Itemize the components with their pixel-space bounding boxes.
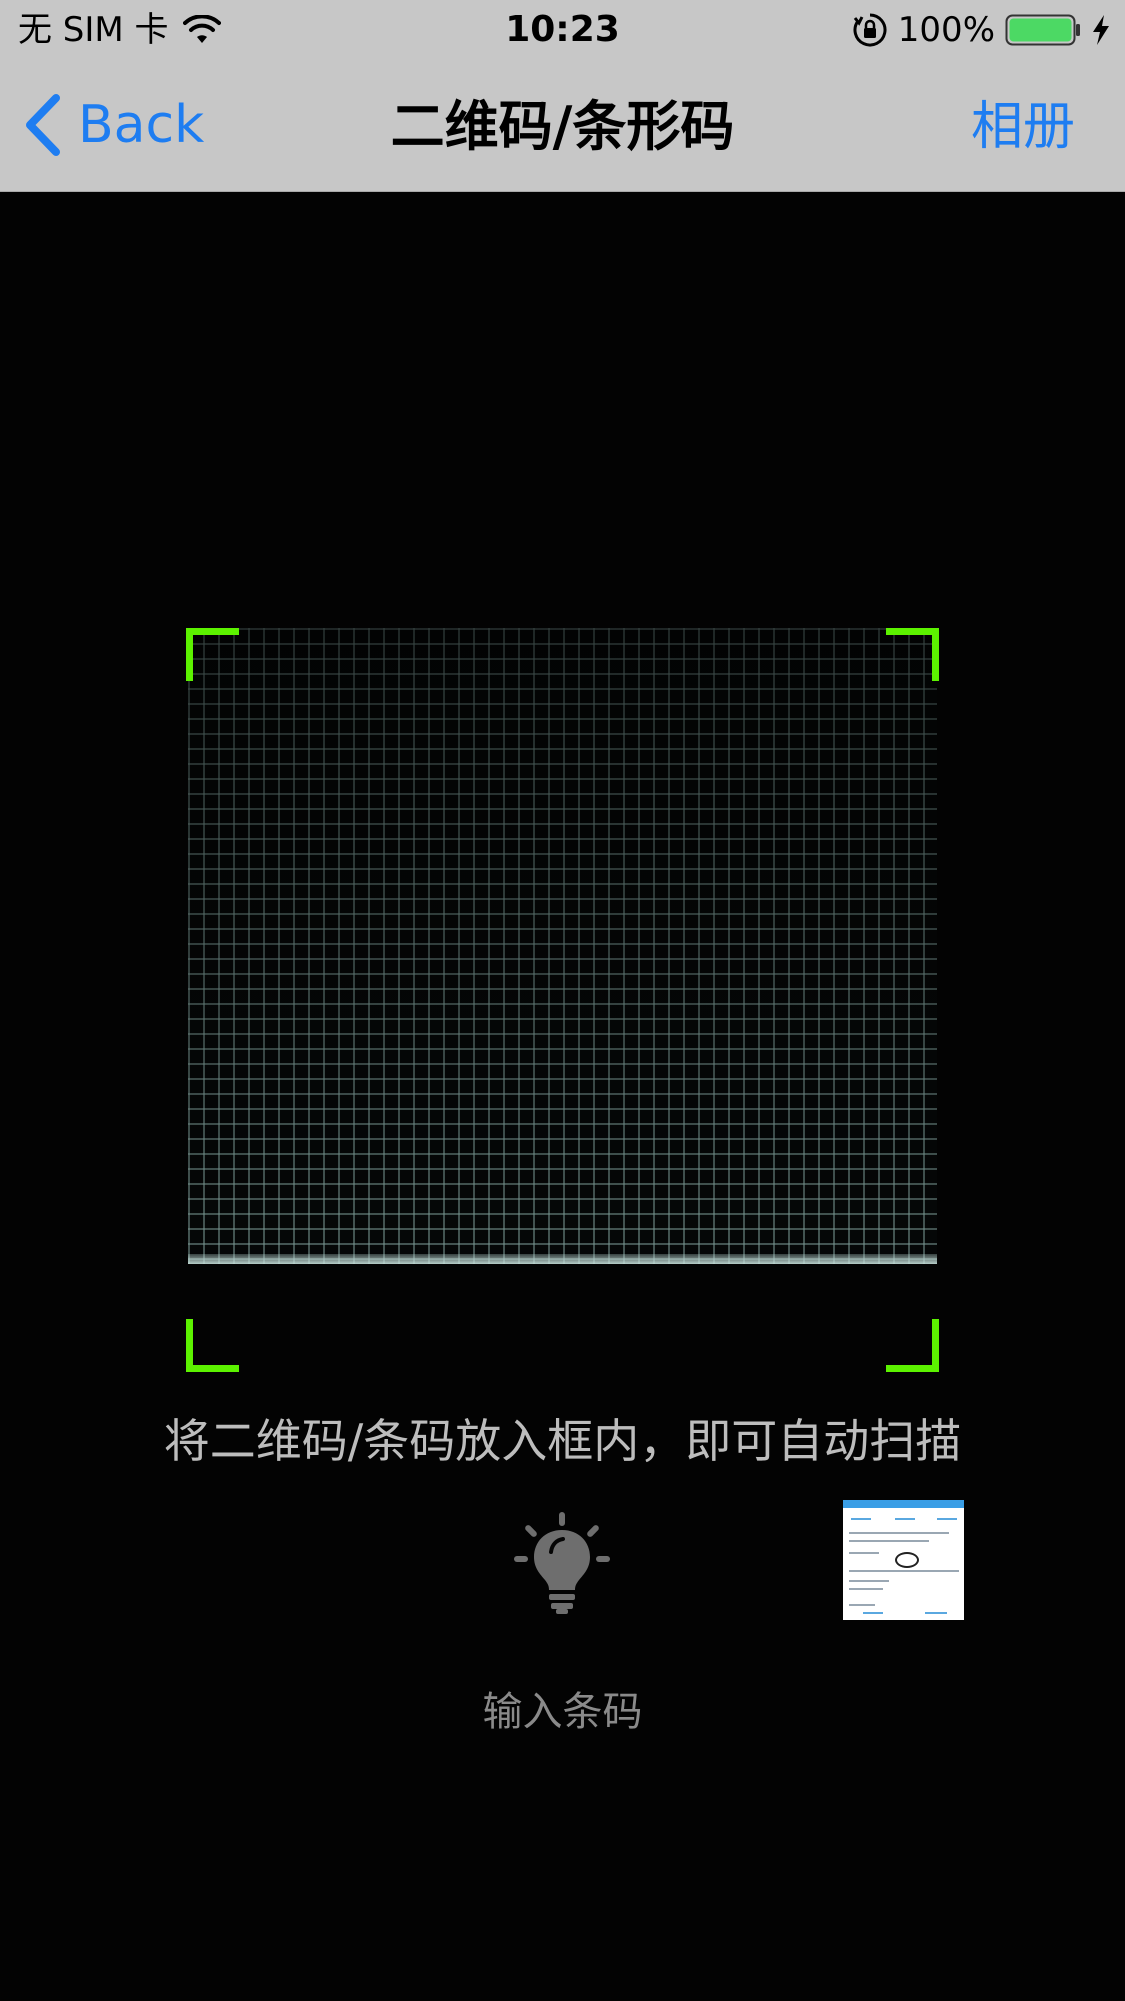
corner-top-left bbox=[186, 628, 239, 681]
input-barcode-button[interactable]: 输入条码 bbox=[0, 1684, 1125, 1740]
lightbulb-icon bbox=[514, 1512, 610, 1614]
recent-photo-thumbnail[interactable] bbox=[843, 1500, 964, 1620]
status-right-group: 100% bbox=[852, 8, 1111, 52]
navigation-bar: Back 二维码/条形码 相册 bbox=[0, 60, 1125, 191]
header: 无 SIM 卡 10:23 100% Back 二维码/条形码 相册 bbox=[0, 0, 1125, 192]
corner-bottom-right bbox=[886, 1319, 939, 1372]
corner-top-right bbox=[886, 628, 939, 681]
scan-hint: 将二维码/条码放入框内，即可自动扫描 bbox=[163, 1414, 962, 1468]
page-title: 二维码/条形码 bbox=[390, 95, 735, 158]
battery-percent: 100% bbox=[897, 10, 995, 50]
scanner-screen: 无 SIM 卡 10:23 100% Back 二维码/条形码 相册 将二维码/… bbox=[0, 0, 1125, 2001]
orientation-lock-icon bbox=[853, 13, 887, 47]
status-bar: 无 SIM 卡 10:23 100% bbox=[0, 0, 1125, 60]
flashlight-button[interactable] bbox=[514, 1512, 610, 1614]
album-button[interactable]: 相册 bbox=[971, 94, 1075, 160]
corner-bottom-left bbox=[186, 1319, 239, 1372]
stamp-icon bbox=[895, 1552, 919, 1568]
scan-grid-animation bbox=[188, 628, 937, 1264]
charging-bolt-icon bbox=[1093, 15, 1109, 45]
scan-frame bbox=[186, 628, 939, 1372]
scan-line bbox=[188, 1254, 937, 1264]
battery-icon bbox=[1005, 14, 1080, 46]
